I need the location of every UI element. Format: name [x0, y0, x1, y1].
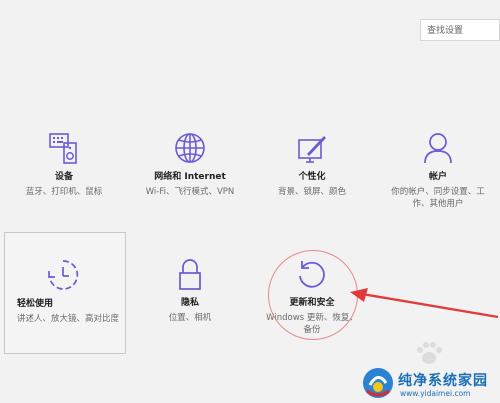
tile-title: 设备 — [54, 172, 73, 182]
tile-title: 隐私 — [180, 298, 199, 308]
tile-description: 讲述人、放大镜、高对比度 — [17, 314, 120, 324]
person-icon — [424, 133, 452, 164]
tile-description: 你的帐户、同步设置、工作、其他用户 — [391, 187, 485, 209]
tile-ease-of-access[interactable]: 轻松使用 讲述人、放大镜、高对比度 — [4, 232, 126, 354]
tile-title: 帐户 — [428, 172, 447, 182]
paw-watermark-icon — [417, 342, 442, 364]
red-arrow-icon — [350, 288, 499, 319]
tile-title: 网络和 Internet — [154, 172, 226, 182]
devices-icon — [49, 133, 77, 164]
tile-accounts[interactable]: 帐户 你的帐户、同步设置、工作、其他用户 — [382, 130, 494, 250]
tile-title: 轻松使用 — [17, 299, 54, 309]
ease-of-access-icon — [48, 260, 79, 290]
tile-network[interactable]: 网络和 Internet Wi-Fi、飞行模式、VPN — [134, 130, 246, 250]
tile-personalization[interactable]: 个性化 背景、锁屏、颜色 — [256, 130, 368, 250]
tile-description: 蓝牙、打印机、鼠标 — [25, 187, 103, 197]
search-input[interactable]: 查找设置 — [420, 19, 500, 41]
highlight-circle — [268, 250, 358, 340]
personalization-icon — [298, 136, 326, 163]
tile-privacy[interactable]: 隐私 位置、相机 — [134, 256, 246, 376]
tile-description: Wi-Fi、飞行模式、VPN — [145, 187, 235, 197]
watermark-title: 纯净系统家园 — [398, 373, 488, 389]
tile-description: 位置、相机 — [168, 313, 212, 323]
globe-icon — [175, 133, 205, 163]
watermark-url: www.yidaimei.com — [400, 389, 471, 398]
tile-description: 背景、锁屏、颜色 — [277, 187, 346, 197]
site-watermark: 纯净系统家园 www.yidaimei.com — [360, 365, 500, 403]
site-logo-icon — [363, 368, 393, 398]
tile-title: 个性化 — [298, 172, 326, 182]
lock-icon — [179, 259, 201, 290]
